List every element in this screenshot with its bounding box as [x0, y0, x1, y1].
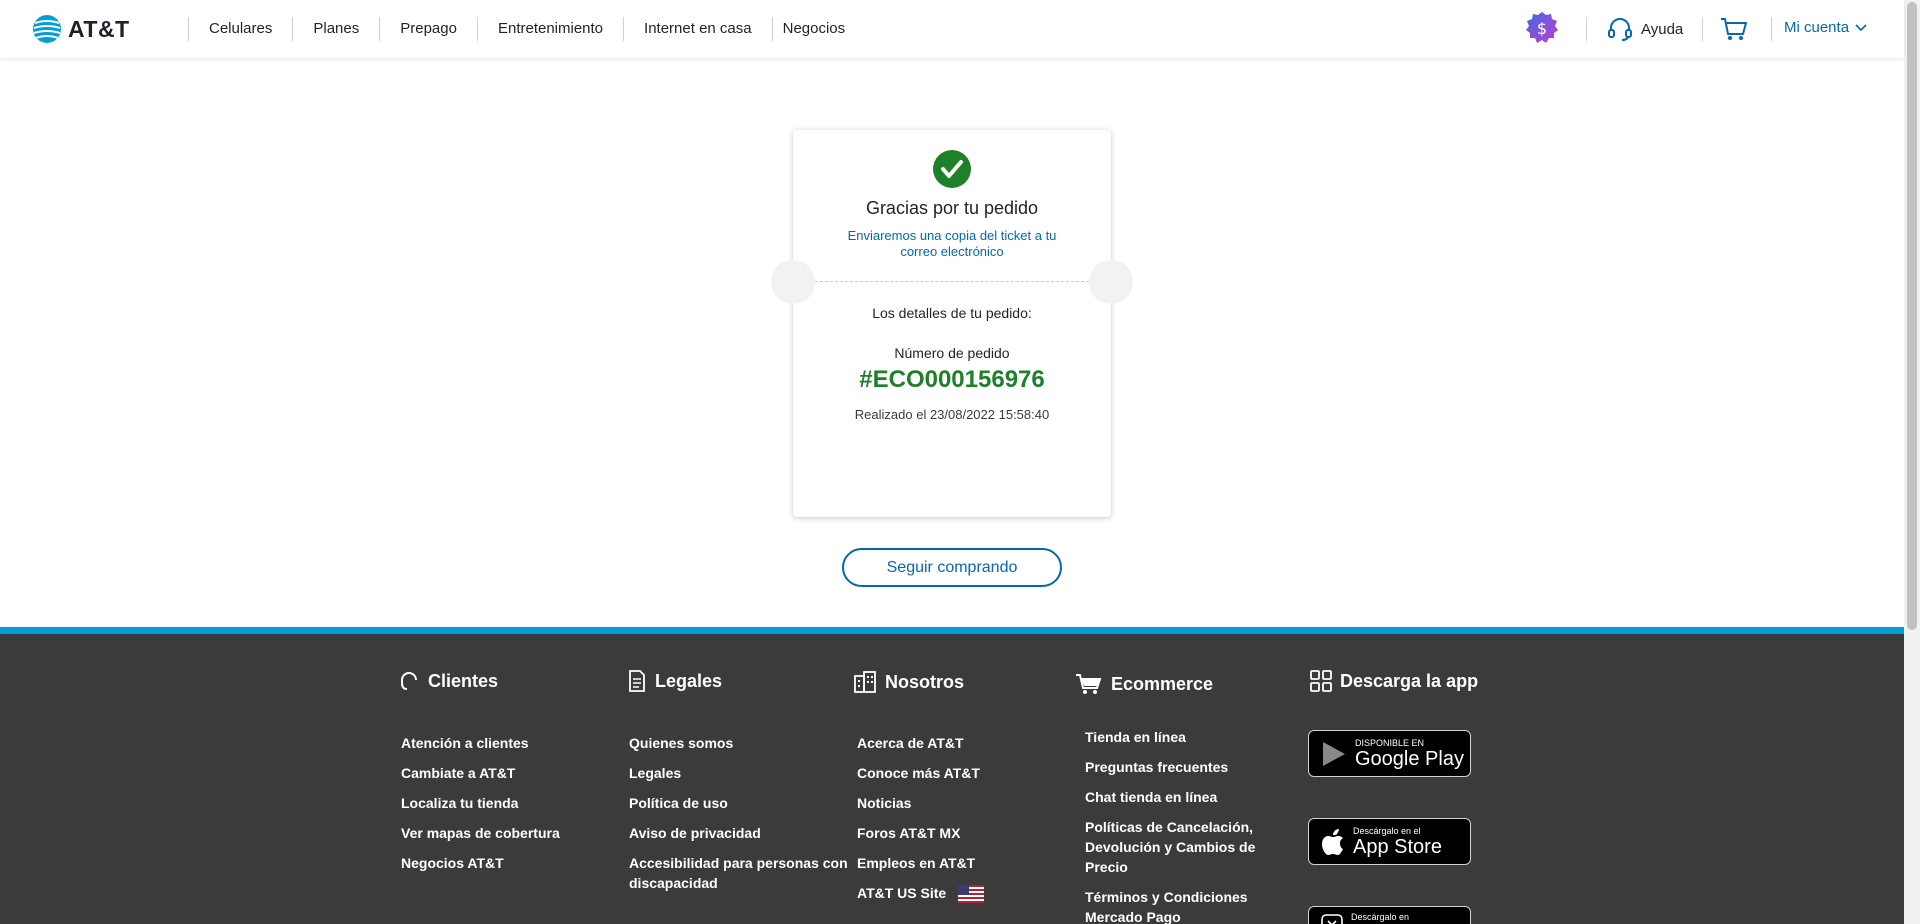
help-link[interactable]: Ayuda: [1607, 16, 1683, 42]
ticket-divider: [815, 281, 1089, 282]
footer-link[interactable]: Accesibilidad para personas con discapac…: [629, 853, 859, 893]
footer-link[interactable]: Noticias: [857, 793, 984, 813]
cart-icon: [1076, 674, 1102, 694]
footer-link[interactable]: Política de uso: [629, 793, 859, 813]
order-title: Gracias por tu pedido: [865, 198, 1039, 218]
apple-icon: [1322, 828, 1343, 855]
footer-link[interactable]: Chat tienda en línea: [1085, 787, 1265, 807]
store-small-text: DISPONIBLE EN: [1355, 737, 1425, 748]
footer-list-nosotros: Acerca de AT&T Conoce más AT&T Noticias …: [857, 733, 985, 913]
store-small-text: Descárgalo en el: [1353, 825, 1421, 836]
play-icon: [1323, 741, 1345, 766]
att-globe-icon: [33, 15, 61, 43]
store-big-text: App Store: [1353, 835, 1442, 858]
footer-link[interactable]: Cambiate a AT&T: [401, 763, 560, 783]
footer-link[interactable]: Empleos en AT&T: [857, 853, 984, 873]
footer-list-ecommerce: Tienda en línea Preguntas frecuentes Cha…: [1085, 727, 1265, 924]
store-big-text: Google Play: [1355, 747, 1464, 770]
order-number-label: Número de pedido: [894, 345, 1010, 361]
app-gallery-button[interactable]: Descárgalo en: [1308, 906, 1471, 924]
account-label: Mi cuenta: [1784, 19, 1850, 36]
nav-item-planes[interactable]: Planes: [293, 17, 379, 41]
footer-link[interactable]: Políticas de Cancelación, Devolución y C…: [1085, 817, 1265, 877]
order-number: #ECO000156976: [859, 366, 1045, 393]
footer-link[interactable]: Ver mapas de cobertura: [401, 823, 560, 843]
footer-link[interactable]: Conoce más AT&T: [857, 763, 984, 783]
footer-link-label: AT&T US Site: [857, 885, 947, 901]
ticket-notch-right: [1089, 260, 1133, 304]
site-header: AT&T Celulares Planes Prepago Entretenim…: [0, 0, 1904, 58]
footer-heading-nosotros: Nosotros: [853, 670, 964, 694]
footer-link[interactable]: Foros AT&T MX: [857, 823, 984, 843]
footer-link-us-site[interactable]: AT&T US Site: [857, 883, 985, 904]
google-play-button[interactable]: DISPONIBLE EN Google Play: [1308, 730, 1471, 777]
svg-text:$: $: [1537, 19, 1547, 38]
footer-heading-app: Descarga la app: [1310, 670, 1478, 692]
footer-heading-label: Clientes: [428, 670, 499, 691]
scrollbar-thumb[interactable]: [1907, 2, 1917, 630]
building-icon: [854, 671, 876, 693]
cart-icon[interactable]: [1720, 16, 1748, 42]
footer-list-legales: Quienes somos Legales Política de uso Av…: [629, 733, 859, 903]
footer-link[interactable]: Tienda en línea: [1085, 727, 1265, 747]
nav-item-celulares[interactable]: Celulares: [189, 17, 292, 41]
header-divider: [1702, 17, 1703, 41]
nav-item-internet[interactable]: Internet en casa: [624, 17, 772, 41]
nav-item-entretenimiento[interactable]: Entretenimiento: [478, 17, 623, 41]
order-details-label: Los detalles de tu pedido:: [872, 305, 1032, 321]
document-icon: [629, 670, 645, 692]
footer-link[interactable]: Acerca de AT&T: [857, 733, 984, 753]
logo-text: AT&T: [68, 15, 130, 42]
continue-shopping-button[interactable]: Seguir comprando: [842, 548, 1062, 587]
footer-heading-label: Legales: [655, 670, 723, 691]
footer-heading-label: Ecommerce: [1111, 673, 1214, 694]
store-small-text: Descárgalo en: [1351, 912, 1410, 922]
success-check-icon: [933, 150, 971, 188]
order-subtitle: Enviaremos una copia del ticket a tu cor…: [847, 228, 1057, 259]
footer-list-clientes: Atención a clientes Cambiate a AT&T Loca…: [401, 733, 560, 883]
order-date: Realizado el 23/08/2022 15:58:40: [854, 407, 1050, 422]
footer-link[interactable]: Aviso de privacidad: [629, 823, 859, 843]
footer-heading-clientes: Clientes: [398, 670, 498, 692]
ticket-notch-left: [771, 260, 815, 304]
footer-heading-label: Nosotros: [885, 671, 965, 692]
site-footer: Clientes Atención a clientes Cambiate a …: [0, 627, 1904, 924]
att-logo[interactable]: AT&T: [32, 14, 130, 44]
footer-link[interactable]: Negocios AT&T: [401, 853, 560, 873]
header-divider: [1771, 17, 1772, 41]
apps-grid-icon: [1310, 670, 1332, 692]
chevron-down-icon: [1855, 23, 1867, 31]
app-store-button[interactable]: Descárgalo en el App Store: [1308, 818, 1471, 865]
footer-link[interactable]: Legales: [629, 763, 859, 783]
order-confirmation-card: Gracias por tu pedido Enviaremos una cop…: [771, 130, 1133, 517]
headset-icon: [401, 672, 417, 690]
footer-link[interactable]: Localiza tu tienda: [401, 793, 560, 813]
headset-icon: [1608, 18, 1632, 41]
app-gallery-icon: [1321, 914, 1343, 924]
account-menu[interactable]: Mi cuenta: [1784, 19, 1867, 36]
footer-heading-label: Descarga la app: [1340, 670, 1479, 691]
header-divider: [1586, 17, 1587, 41]
footer-link[interactable]: Quienes somos: [629, 733, 859, 753]
footer-link[interactable]: Preguntas frecuentes: [1085, 757, 1265, 777]
footer-heading-legales: Legales: [627, 670, 722, 692]
nav-item-prepago[interactable]: Prepago: [380, 17, 477, 41]
payment-badge-icon[interactable]: $: [1525, 11, 1559, 45]
help-label: Ayuda: [1641, 20, 1684, 38]
nav-item-negocios[interactable]: Negocios: [773, 17, 866, 41]
footer-link[interactable]: Atención a clientes: [401, 733, 560, 753]
us-flag-icon: [958, 885, 985, 904]
page-scrollbar[interactable]: [1904, 0, 1920, 924]
footer-heading-ecommerce: Ecommerce: [1075, 672, 1213, 696]
footer-link[interactable]: Términos y Condiciones Mercado Pago: [1085, 887, 1265, 924]
main-nav: Celulares Planes Prepago Entretenimiento…: [188, 17, 865, 41]
